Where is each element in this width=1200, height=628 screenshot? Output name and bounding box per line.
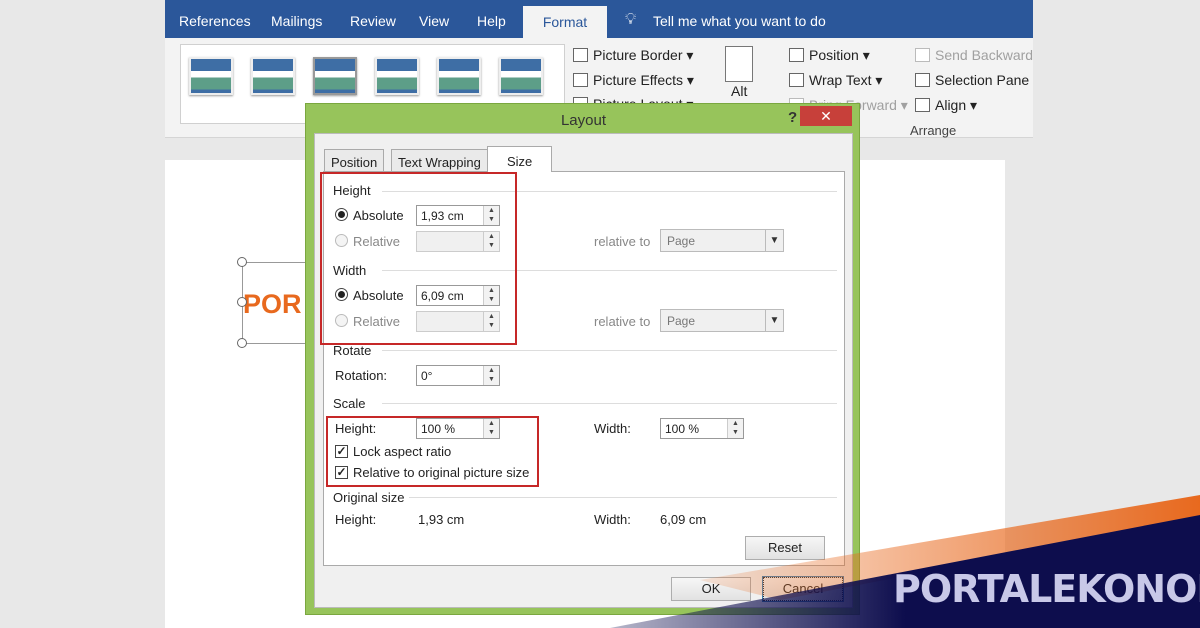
spinner-arrows-icon[interactable]: ▲ ▼ bbox=[727, 419, 743, 438]
close-button[interactable]: ✕ bbox=[800, 106, 852, 126]
position-icon bbox=[789, 48, 804, 62]
picture-style-thumb[interactable] bbox=[189, 57, 233, 95]
layout-dialog: Layout ? ✕ Position Text Wrapping Size H… bbox=[305, 103, 860, 615]
pen-icon bbox=[573, 48, 588, 62]
help-button[interactable]: ? bbox=[788, 109, 797, 126]
picture-border-button[interactable]: Picture Border ▾ bbox=[573, 47, 693, 64]
align-icon bbox=[915, 98, 930, 112]
position-button[interactable]: Position ▾ bbox=[789, 47, 870, 64]
original-width-label: Width: bbox=[594, 512, 631, 527]
dialog-body: Position Text Wrapping Size Height Absol… bbox=[314, 133, 853, 608]
send-backward-icon bbox=[915, 48, 930, 62]
picture-style-thumb[interactable] bbox=[499, 57, 543, 95]
cancel-button[interactable]: Cancel bbox=[762, 576, 844, 602]
ok-button[interactable]: OK bbox=[671, 577, 751, 601]
picture-logo-text: POR bbox=[243, 289, 302, 319]
tab-size[interactable]: Size bbox=[487, 146, 553, 172]
selection-pane-icon bbox=[915, 73, 930, 87]
width-relative-to-label: relative to bbox=[594, 314, 651, 329]
chevron-down-icon: ▼ bbox=[765, 230, 783, 251]
rotate-section-label: Rotate bbox=[333, 343, 372, 358]
wrap-text-button[interactable]: Wrap Text ▾ bbox=[789, 72, 882, 89]
reset-button[interactable]: Reset bbox=[745, 536, 825, 560]
picture-style-thumb[interactable] bbox=[375, 57, 419, 95]
tab-references[interactable]: References bbox=[179, 13, 251, 29]
rotation-input[interactable]: 0° ▲ ▼ bbox=[416, 365, 500, 386]
tab-text-wrapping[interactable]: Text Wrapping bbox=[391, 149, 488, 171]
resize-handle[interactable] bbox=[237, 297, 247, 307]
selection-pane-button[interactable]: Selection Pane bbox=[915, 72, 1029, 88]
effects-icon bbox=[573, 73, 588, 87]
send-backward-button[interactable]: Send Backward bbox=[915, 47, 1033, 63]
align-button[interactable]: Align ▾ bbox=[915, 97, 977, 114]
scale-section-label: Scale bbox=[333, 396, 366, 411]
highlight-box bbox=[326, 416, 539, 487]
picture-style-thumb[interactable] bbox=[251, 57, 295, 95]
tab-format[interactable]: Format bbox=[523, 6, 607, 38]
divider bbox=[382, 350, 837, 351]
picture-style-thumb[interactable] bbox=[313, 57, 357, 95]
ribbon-tab-bar: References Mailings Review View Help For… bbox=[165, 0, 1033, 38]
height-relative-to-select[interactable]: Page ▼ bbox=[660, 229, 784, 252]
original-size-section-label: Original size bbox=[333, 490, 405, 505]
divider bbox=[382, 403, 837, 404]
tell-me-search[interactable]: Tell me what you want to do bbox=[653, 13, 826, 29]
alt-text-icon[interactable] bbox=[725, 46, 753, 82]
tab-review[interactable]: Review bbox=[350, 13, 396, 29]
arrange-group-label: Arrange bbox=[910, 123, 957, 138]
size-panel: Height Absolute 1,93 cm ▲ ▼ Relative ▲ ▼ re… bbox=[320, 171, 845, 566]
wrap-text-icon bbox=[789, 73, 804, 87]
tab-help[interactable]: Help bbox=[477, 13, 506, 29]
picture-style-thumb[interactable] bbox=[437, 57, 481, 95]
selected-picture[interactable]: POR bbox=[237, 257, 312, 348]
resize-handle[interactable] bbox=[237, 257, 247, 267]
lightbulb-icon: 💡︎ bbox=[625, 11, 637, 28]
original-height-value: 1,93 cm bbox=[418, 512, 465, 527]
width-relative-to-select[interactable]: Page ▼ bbox=[660, 309, 784, 332]
rotation-label: Rotation: bbox=[335, 368, 388, 383]
tab-position[interactable]: Position bbox=[324, 149, 385, 171]
original-height-label: Height: bbox=[335, 512, 377, 527]
height-relative-to-label: relative to bbox=[594, 234, 651, 249]
scale-width-label: Width: bbox=[594, 421, 631, 436]
alt-text-button[interactable]: Alt bbox=[731, 83, 747, 99]
resize-handle[interactable] bbox=[237, 338, 247, 348]
divider bbox=[409, 497, 837, 498]
spinner-arrows-icon[interactable]: ▲ ▼ bbox=[483, 366, 499, 385]
chevron-down-icon: ▼ bbox=[765, 310, 783, 331]
tab-view[interactable]: View bbox=[419, 13, 449, 29]
dialog-title: Layout bbox=[560, 112, 607, 129]
picture-effects-button[interactable]: Picture Effects ▾ bbox=[573, 72, 694, 89]
tab-mailings[interactable]: Mailings bbox=[271, 13, 322, 29]
highlight-box bbox=[320, 172, 517, 345]
original-width-value: 6,09 cm bbox=[660, 512, 707, 527]
portalekonomi-logo: PORTALEKONOMI bbox=[893, 567, 1200, 611]
scale-width-input[interactable]: 100 % ▲ ▼ bbox=[660, 418, 744, 439]
